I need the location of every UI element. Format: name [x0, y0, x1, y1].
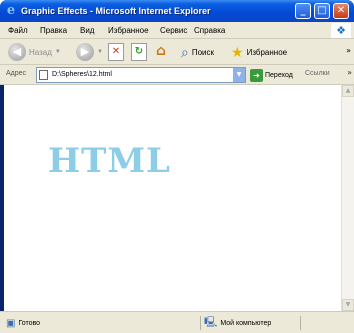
scroll-down-icon[interactable]: ▼ [342, 299, 354, 311]
scroll-up-icon[interactable]: ▲ [342, 85, 354, 97]
windows-logo-icon: ❖ [331, 23, 351, 38]
status-ready: ▣ Готово [6, 315, 40, 331]
status-bar: ▣ Готово 🖳 Мой компьютер [0, 311, 354, 333]
address-dropdown-icon[interactable]: ▼ [233, 68, 245, 82]
forward-dropdown-icon[interactable]: ▼ [97, 49, 103, 55]
home-button[interactable]: ⌂ [153, 42, 169, 62]
standard-toolbar: ◀ Назад ▼ ▶ ▼ ✕ ↻ ⌂ ⌕ Поиск ★ Избранное … [0, 39, 354, 65]
favorites-star-icon: ★ [231, 43, 244, 60]
status-zone: 🖳 Мой компьютер [204, 315, 271, 331]
page-done-icon: ▣ [6, 317, 16, 329]
vertical-scrollbar[interactable]: ▲ ▼ [341, 85, 354, 311]
go-button[interactable]: ➜ Переход [250, 68, 293, 82]
search-button[interactable]: ⌕ Поиск [181, 42, 214, 62]
internet-explorer-icon: e [6, 3, 16, 18]
page-icon [39, 70, 48, 80]
my-computer-icon: 🖳 [204, 316, 218, 328]
close-button[interactable]: ✕ [333, 3, 349, 19]
address-bar: Адрес D:\Spheres\12.html ▼ ➜ Переход Ссы… [0, 65, 354, 85]
address-value: D:\Spheres\12.html [52, 71, 112, 78]
status-divider-2 [300, 316, 301, 330]
title-bar[interactable]: e Graphic Effects - Microsoft Internet E… [0, 0, 354, 22]
address-label: Адрес [6, 70, 27, 77]
menu-help[interactable]: Справка [194, 25, 225, 36]
status-divider [200, 316, 201, 330]
menu-view[interactable]: Вид [80, 25, 94, 36]
status-text: Готово [18, 319, 41, 327]
address-input[interactable]: D:\Spheres\12.html ▼ [36, 67, 246, 83]
go-arrow-icon: ➜ [250, 68, 263, 82]
toolbar-chevron-icon[interactable]: » [346, 46, 351, 55]
home-icon: ⌂ [155, 43, 167, 59]
back-arrow-icon: ◀ [8, 43, 26, 61]
zone-text: Мой компьютер [220, 319, 272, 327]
refresh-button[interactable]: ↻ [131, 42, 147, 62]
menu-edit[interactable]: Правка [40, 25, 67, 36]
refresh-icon: ↻ [131, 43, 147, 61]
minimize-button[interactable]: _ [295, 3, 311, 19]
page-content: HTML [4, 85, 341, 311]
menu-favorites[interactable]: Избранное [108, 25, 149, 36]
go-label: Переход [265, 71, 293, 79]
window-title: Graphic Effects - Microsoft Internet Exp… [21, 6, 211, 16]
back-label: Назад [29, 47, 52, 57]
forward-button[interactable]: ▶ ▼ [76, 42, 103, 62]
forward-arrow-icon: ▶ [76, 43, 94, 61]
menu-bar: Файл Правка Вид Избранное Сервис Справка… [0, 22, 354, 39]
menu-file[interactable]: Файл [8, 25, 28, 36]
links-chevron-icon[interactable]: » [347, 68, 352, 77]
search-icon: ⌕ [181, 43, 189, 60]
page-heading: HTML [48, 141, 171, 181]
links-button[interactable]: Ссылки [305, 70, 330, 77]
browser-window: e Graphic Effects - Microsoft Internet E… [0, 0, 354, 333]
menu-tools[interactable]: Сервис [160, 25, 187, 36]
maximize-button[interactable]: □ [314, 3, 330, 19]
favorites-label: Избранное [246, 47, 288, 57]
search-label: Поиск [191, 47, 215, 57]
back-button[interactable]: ◀ Назад ▼ [8, 42, 61, 62]
favorites-button[interactable]: ★ Избранное [231, 42, 287, 62]
stop-button[interactable]: ✕ [108, 42, 124, 62]
stop-icon: ✕ [108, 43, 124, 61]
back-dropdown-icon[interactable]: ▼ [55, 49, 61, 55]
